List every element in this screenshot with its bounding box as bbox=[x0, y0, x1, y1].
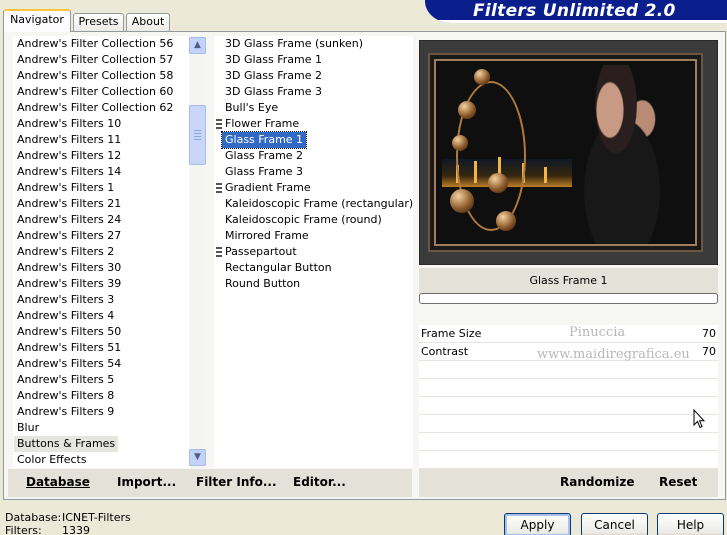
filters-label: Filters: bbox=[5, 524, 42, 535]
bronze-ball bbox=[474, 69, 490, 85]
filter-item[interactable]: Kaleidoscopic Frame (round) bbox=[222, 212, 385, 228]
app-title: Filters Unlimited 2.0 bbox=[473, 1, 676, 21]
category-item[interactable]: Andrew's Filters 4 bbox=[14, 308, 117, 324]
help-button[interactable]: Help bbox=[657, 513, 724, 535]
param-row bbox=[419, 415, 718, 433]
filter-item[interactable]: Kaleidoscopic Frame (rectangular) bbox=[222, 196, 416, 212]
database-label: Database: bbox=[5, 511, 62, 524]
preview-canvas bbox=[434, 59, 697, 246]
tab-presets[interactable]: Presets bbox=[73, 13, 124, 31]
category-item[interactable]: Andrew's Filters 54 bbox=[14, 356, 124, 372]
category-item[interactable]: Andrew's Filters 39 bbox=[14, 276, 124, 292]
category-item[interactable]: Andrew's Filters 50 bbox=[14, 324, 124, 340]
preview-image bbox=[419, 40, 718, 265]
category-item[interactable]: Color Effects bbox=[14, 452, 90, 468]
filter-item[interactable]: Glass Frame 2 bbox=[222, 148, 306, 164]
param-row bbox=[419, 397, 718, 415]
grip-line bbox=[194, 139, 201, 140]
category-item[interactable]: Andrew's Filters 5 bbox=[14, 372, 117, 388]
category-item[interactable]: Andrew's Filter Collection 57 bbox=[14, 52, 176, 68]
filter-item[interactable]: Rectangular Button bbox=[222, 260, 335, 276]
editor-button[interactable]: Editor... bbox=[293, 475, 346, 489]
filter-item[interactable]: Gradient Frame bbox=[222, 180, 314, 196]
preset-toolbar: Randomize Reset bbox=[419, 469, 718, 497]
param-row bbox=[419, 433, 718, 451]
param-row bbox=[419, 379, 718, 397]
scroll-up-button[interactable]: ▲ bbox=[189, 37, 206, 54]
category-item[interactable]: Andrew's Filter Collection 56 bbox=[14, 36, 176, 52]
apply-button[interactable]: Apply bbox=[504, 513, 571, 535]
bronze-ball bbox=[458, 101, 476, 119]
category-item[interactable]: Andrew's Filters 21 bbox=[14, 196, 124, 212]
reset-button[interactable]: Reset bbox=[659, 475, 697, 489]
database-button-label: Database bbox=[26, 475, 90, 489]
grip-line bbox=[194, 133, 201, 134]
category-item[interactable]: Blur bbox=[14, 420, 42, 436]
filters-value: 1339 bbox=[62, 524, 90, 535]
category-item[interactable]: Andrew's Filter Collection 60 bbox=[14, 84, 176, 100]
category-item[interactable]: Andrew's Filters 8 bbox=[14, 388, 117, 404]
param-row bbox=[419, 361, 718, 379]
filter-list[interactable]: 3D Glass Frame (sunken) 3D Glass Frame 13… bbox=[214, 36, 413, 468]
category-item[interactable]: Andrew's Filters 2 bbox=[14, 244, 117, 260]
param-value[interactable]: 70 bbox=[702, 325, 716, 342]
database-value: ICNET-Filters bbox=[62, 511, 131, 524]
mouse-pointer-icon bbox=[693, 409, 705, 429]
woman-figure bbox=[556, 65, 676, 244]
tab-about[interactable]: About bbox=[126, 13, 170, 31]
category-item[interactable]: Buttons & Frames bbox=[14, 436, 119, 452]
grip-line bbox=[194, 130, 201, 131]
bronze-ball bbox=[488, 173, 508, 193]
filter-item[interactable]: 3D Glass Frame (sunken) bbox=[222, 36, 366, 52]
category-item[interactable]: Andrew's Filters 12 bbox=[14, 148, 124, 164]
category-list[interactable]: Andrew's Filter Collection 56 Andrew's Fi… bbox=[13, 36, 206, 468]
param-label: Frame Size bbox=[421, 327, 482, 340]
category-item[interactable]: Andrew's Filters 24 bbox=[14, 212, 124, 228]
bronze-ball bbox=[452, 135, 468, 151]
filter-item[interactable]: Glass Frame 3 bbox=[222, 164, 306, 180]
category-scrollbar[interactable]: ▲ ▼ bbox=[189, 36, 206, 468]
scroll-thumb[interactable] bbox=[189, 105, 206, 165]
param-label: Contrast bbox=[421, 345, 469, 358]
category-item[interactable]: Andrew's Filters 1 bbox=[14, 180, 117, 196]
category-item[interactable]: Andrew's Filters 51 bbox=[14, 340, 124, 356]
bronze-ball bbox=[450, 189, 474, 213]
database-button[interactable]: Database bbox=[26, 475, 90, 489]
filter-item[interactable]: Glass Frame 1 bbox=[220, 131, 308, 149]
filter-item[interactable]: Mirrored Frame bbox=[222, 228, 312, 244]
category-item[interactable]: Andrew's Filters 30 bbox=[14, 260, 124, 276]
scroll-down-button[interactable]: ▼ bbox=[189, 449, 206, 466]
filter-info-button[interactable]: Filter Info... bbox=[196, 475, 277, 489]
category-item[interactable]: Andrew's Filters 14 bbox=[14, 164, 124, 180]
cancel-button[interactable]: Cancel bbox=[581, 513, 648, 535]
category-item[interactable]: Andrew's Filter Collection 62 bbox=[14, 100, 176, 116]
tab-navigator[interactable]: Navigator bbox=[3, 9, 71, 32]
filter-item[interactable]: 3D Glass Frame 3 bbox=[222, 84, 325, 100]
param-row bbox=[419, 451, 718, 469]
category-item[interactable]: Andrew's Filters 3 bbox=[14, 292, 117, 308]
bronze-ball bbox=[496, 211, 516, 231]
filter-item[interactable]: Passepartout bbox=[222, 244, 300, 260]
filter-item[interactable]: Bull's Eye bbox=[222, 100, 281, 116]
grip-line bbox=[194, 136, 201, 137]
progress-bar bbox=[419, 293, 718, 304]
title-banner: Filters Unlimited 2.0 bbox=[425, 0, 727, 23]
import-button[interactable]: Import... bbox=[117, 475, 176, 489]
parameter-panel: Frame Size 70 Contrast 70 Pinuccia www.m… bbox=[419, 325, 718, 470]
filter-item[interactable]: Round Button bbox=[222, 276, 303, 292]
watermark-name: Pinuccia bbox=[569, 325, 626, 340]
filter-item[interactable]: Flower Frame bbox=[222, 116, 302, 132]
param-value[interactable]: 70 bbox=[702, 343, 716, 360]
category-item[interactable]: Andrew's Filters 10 bbox=[14, 116, 124, 132]
category-item[interactable]: Andrew's Filter Collection 58 bbox=[14, 68, 176, 84]
watermark-url: www.maidiregrafica.eu bbox=[537, 347, 690, 362]
category-item[interactable]: Andrew's Filters 9 bbox=[14, 404, 117, 420]
filter-item[interactable]: 3D Glass Frame 1 bbox=[222, 52, 325, 68]
city-light bbox=[544, 167, 547, 183]
navigator-toolbar: Database Import... Filter Info... Editor… bbox=[8, 469, 412, 497]
randomize-button[interactable]: Randomize bbox=[560, 475, 634, 489]
filter-item[interactable]: 3D Glass Frame 2 bbox=[222, 68, 325, 84]
category-item[interactable]: Andrew's Filters 11 bbox=[14, 132, 124, 148]
category-item[interactable]: Andrew's Filters 27 bbox=[14, 228, 124, 244]
